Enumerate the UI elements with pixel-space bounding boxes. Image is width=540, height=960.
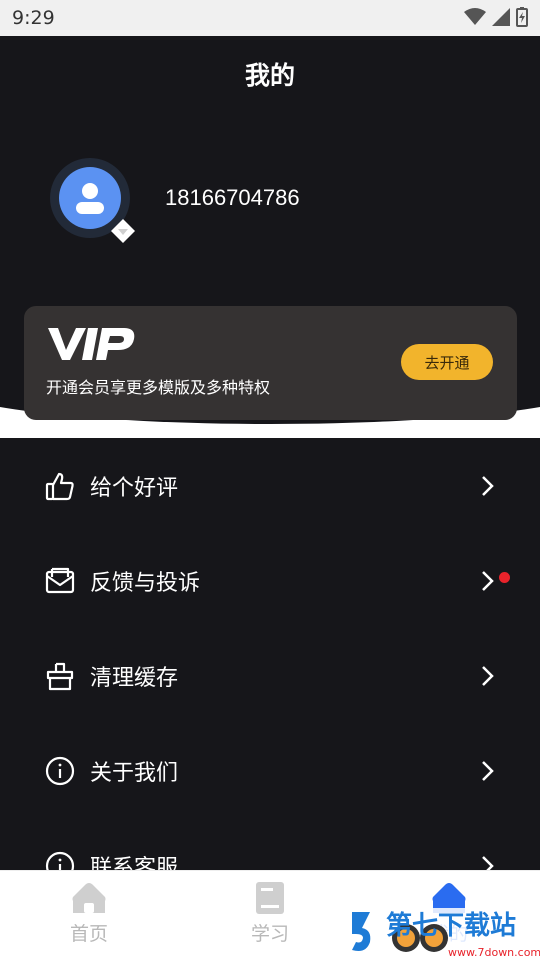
diamond-icon [111,219,135,243]
info-icon [44,755,76,787]
menu-item-feedback[interactable]: 反馈与投诉 [0,533,540,628]
settings-menu: 给个好评 反馈与投诉 清理缓存 关于我们 联系客服 [0,438,540,913]
menu-item-label: 反馈与投诉 [90,570,201,596]
menu-item-clear-cache[interactable]: 清理缓存 [0,628,540,723]
status-icons [464,7,528,27]
home-icon [72,883,106,913]
watermark-logo: 第七下载站 www.7down.com [348,908,540,960]
wifi-icon [464,8,486,25]
vip-subtitle: 开通会员享更多模版及多种特权 [46,378,271,397]
open-vip-button[interactable]: 去开通 [401,344,493,380]
nav-label: 首页 [69,923,108,945]
vip-logo [48,328,135,360]
book-icon [256,882,284,914]
vip-card[interactable]: 开通会员享更多模版及多种特权 去开通 [24,306,517,420]
menu-item-rate[interactable]: 给个好评 [0,438,540,533]
thumbs-up-icon [44,470,76,502]
screen: 9:29 我的 18166704786 开通会员享更多模版及多种特权 去开通 给… [0,0,540,960]
menu-item-about[interactable]: 关于我们 [0,723,540,818]
nav-item-study[interactable]: 学习 [225,881,315,946]
menu-item-label: 清理缓存 [90,665,179,691]
watermark-url: www.7down.com [448,946,540,959]
nav-label: 学习 [250,923,289,945]
status-time: 9:29 [12,7,55,29]
status-bar: 9:29 [0,0,540,36]
notification-badge [499,572,510,583]
watermark-text: 第七下载站 [386,910,516,941]
chevron-right-icon [482,665,494,686]
signal-icon [492,8,510,26]
broom-icon [44,660,76,692]
chevron-right-icon [482,570,494,591]
menu-item-label: 给个好评 [90,475,179,501]
feedback-mail-icon [44,565,76,597]
user-phone: 18166704786 [165,185,300,210]
battery-icon [516,7,528,27]
chevron-right-icon [482,475,494,496]
chevron-right-icon [482,760,494,781]
menu-item-label: 关于我们 [90,760,179,786]
nav-item-home[interactable]: 首页 [44,881,134,946]
page-title: 我的 [244,61,295,90]
